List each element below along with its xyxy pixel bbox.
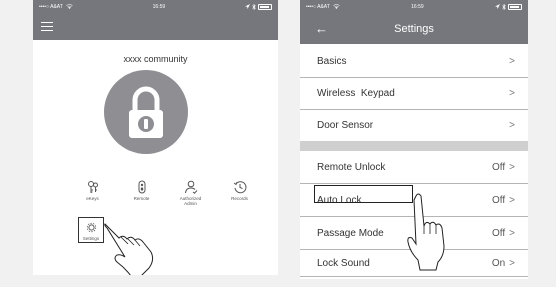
menu-icon[interactable] [41, 22, 53, 31]
clock-label: 16:59 [152, 3, 166, 10]
settings-item-label: Remote Unlock [317, 161, 386, 173]
gear-icon [86, 222, 96, 233]
unlock-button[interactable] [104, 70, 188, 154]
records-button[interactable]: Records [215, 180, 264, 206]
wifi-icon [66, 4, 73, 9]
carrier-label: ••••○ A&AT [39, 3, 63, 10]
settings-item-value: Off [492, 161, 506, 173]
clock-label: 16:59 [411, 3, 424, 10]
top-bar: ••••○ A&AT 16:59 [33, 0, 278, 40]
remote-icon [138, 180, 145, 194]
section-separator [300, 141, 528, 151]
remote-button[interactable]: Remote [117, 180, 166, 206]
records-label: Records [231, 196, 248, 201]
authorized-admin-icon [184, 180, 197, 194]
auto-lock-highlight [314, 185, 413, 203]
ekeys-label: eKeys [86, 196, 99, 201]
settings-screen: ••••○ A&AT 16:59 ← Settings Basics > Wir… [300, 0, 528, 279]
settings-item-label: Basics [317, 55, 347, 67]
settings-item-label: Passage Mode [317, 227, 384, 239]
settings-item-label: Lock Sound [317, 257, 370, 269]
chevron-right-icon: > [509, 227, 515, 239]
location-icon [245, 4, 250, 9]
ekeys-icon [87, 181, 98, 193]
settings-item-wireless-keypad[interactable]: Wireless Keypad > [300, 78, 528, 108]
home-screen: ••••○ A&AT 16:59 xxxx community eKeys Re… [33, 0, 278, 275]
wifi-icon [333, 4, 340, 9]
chevron-right-icon: > [509, 119, 515, 131]
settings-item-value: On [491, 257, 506, 269]
bluetooth-icon [502, 3, 506, 10]
settings-item-value: Off [492, 227, 506, 239]
ekeys-button[interactable]: eKeys [68, 180, 117, 206]
back-arrow-icon[interactable]: ← [315, 22, 328, 35]
chevron-right-icon: > [509, 194, 515, 206]
status-bar: ••••○ A&AT 16:59 [300, 0, 528, 13]
community-name: xxxx community [123, 54, 188, 64]
authorized-admin-button[interactable]: Authorized Admin [166, 180, 215, 206]
remote-label: Remote [133, 196, 150, 201]
settings-button[interactable]: Settings [78, 217, 104, 243]
page-title: Settings [394, 22, 434, 35]
padlock-icon [129, 86, 163, 138]
feature-grid: eKeys Remote Authorized Admin Records [33, 180, 278, 206]
pointing-hand-icon [407, 193, 445, 271]
status-bar: ••••○ A&AT 16:59 [33, 0, 278, 13]
pointing-hand-icon [104, 223, 154, 275]
bluetooth-icon [252, 3, 256, 10]
battery-icon [258, 3, 272, 10]
chevron-right-icon: > [509, 87, 515, 99]
settings-item-label: Wireless Keypad [317, 87, 395, 99]
settings-item-door-sensor[interactable]: Door Sensor > [300, 110, 528, 140]
carrier-label: ••••○ A&AT [306, 3, 330, 10]
chevron-right-icon: > [509, 55, 515, 67]
settings-top-bar: ••••○ A&AT 16:59 ← Settings [300, 0, 528, 44]
records-icon [233, 181, 246, 194]
settings-label: Settings [82, 236, 100, 241]
settings-item-basics[interactable]: Basics > [300, 46, 528, 76]
settings-item-label: Door Sensor [317, 119, 374, 131]
authorized-admin-label: Authorized Admin [179, 196, 202, 206]
settings-item-value: Off [492, 194, 506, 206]
chevron-right-icon: > [509, 161, 515, 173]
battery-icon [508, 3, 522, 10]
settings-item-remote-unlock[interactable]: Remote Unlock Off > [300, 151, 528, 183]
chevron-right-icon: > [509, 257, 515, 269]
location-icon [495, 4, 500, 9]
